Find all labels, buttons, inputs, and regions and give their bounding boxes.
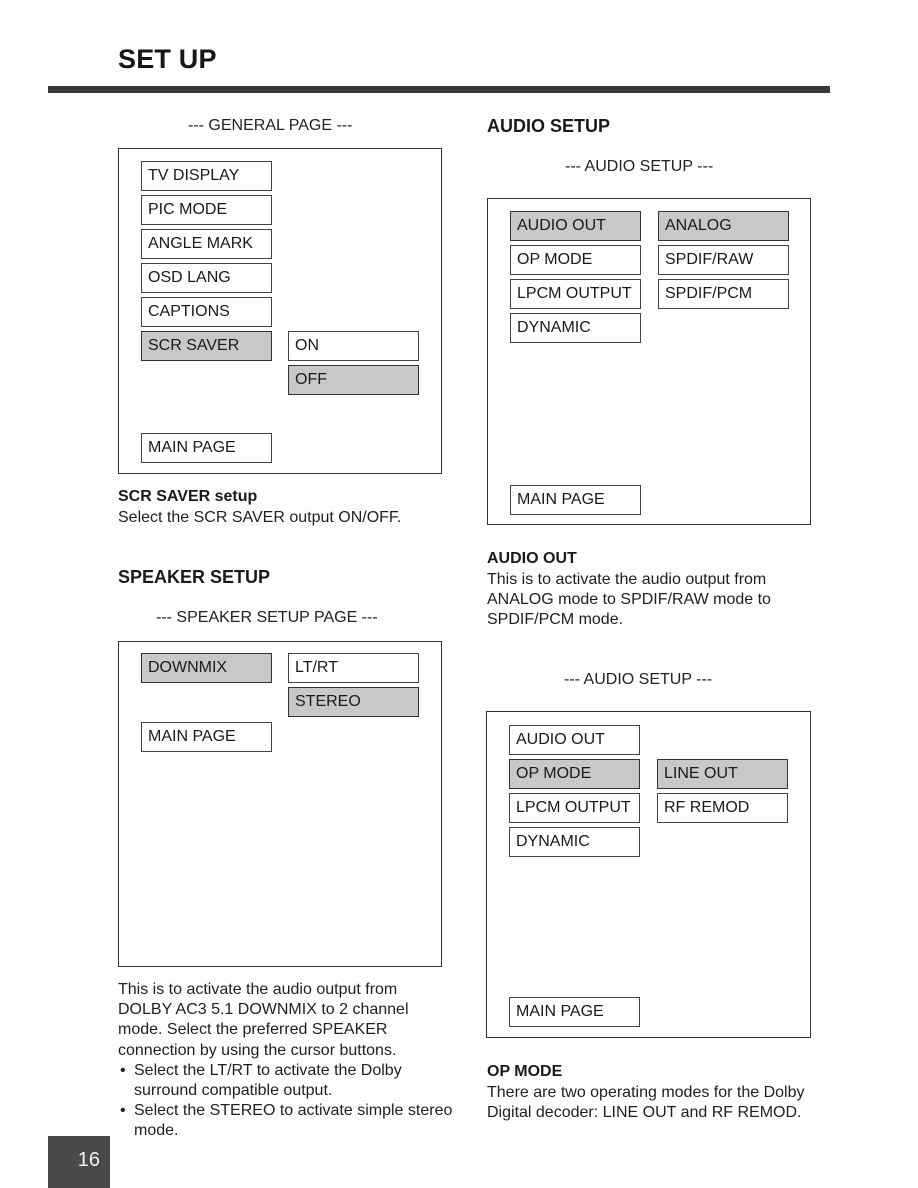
speaker-desc: This is to activate the audio output fro… xyxy=(118,980,453,1142)
bullet-item: Select the LT/RT to activate the Dolby s… xyxy=(118,1061,453,1101)
menu-dynamic[interactable]: DYNAMIC xyxy=(510,313,641,343)
audio-setup-panel-1: AUDIO OUT OP MODE LPCM OUTPUT DYNAMIC AN… xyxy=(487,198,811,525)
main-page-button[interactable]: MAIN PAGE xyxy=(510,485,641,515)
option-stereo[interactable]: STEREO xyxy=(288,687,419,717)
speaker-desc-body: This is to activate the audio output fro… xyxy=(118,981,409,1059)
menu-audio-out[interactable]: AUDIO OUT xyxy=(509,725,640,755)
menu-lpcm-output[interactable]: LPCM OUTPUT xyxy=(510,279,641,309)
page-number-box: 16 xyxy=(48,1136,110,1188)
general-page-panel: TV DISPLAY PIC MODE ANGLE MARK OSD LANG … xyxy=(118,148,442,474)
bullet-item: Select the STEREO to activate simple ste… xyxy=(118,1101,453,1141)
speaker-bullet-list: Select the LT/RT to activate the Dolby s… xyxy=(118,1061,453,1142)
option-rf-remod[interactable]: RF REMOD xyxy=(657,793,788,823)
speaker-setup-panel: DOWNMIX LT/RT STEREO MAIN PAGE xyxy=(118,641,442,967)
menu-op-mode[interactable]: OP MODE xyxy=(510,245,641,275)
main-page-button[interactable]: MAIN PAGE xyxy=(141,433,272,463)
menu-osd-lang[interactable]: OSD LANG xyxy=(141,263,272,293)
option-spdif-pcm[interactable]: SPDIF/PCM xyxy=(658,279,789,309)
audio-setup-heading: AUDIO SETUP xyxy=(487,116,611,136)
option-on[interactable]: ON xyxy=(288,331,419,361)
menu-downmix[interactable]: DOWNMIX xyxy=(141,653,272,683)
speaker-setup-heading: SPEAKER SETUP xyxy=(118,567,271,587)
op-mode-desc-title: OP MODE xyxy=(487,1063,563,1080)
audio-out-desc-title: AUDIO OUT xyxy=(487,550,577,567)
scr-saver-desc-body: Select the SCR SAVER output ON/OFF. xyxy=(118,509,402,526)
audio-setup-caption-1: --- AUDIO SETUP --- xyxy=(565,158,714,175)
main-page-button[interactable]: MAIN PAGE xyxy=(509,997,640,1027)
option-lt-rt[interactable]: LT/RT xyxy=(288,653,419,683)
menu-audio-out[interactable]: AUDIO OUT xyxy=(510,211,641,241)
page-title: SET UP xyxy=(118,44,217,74)
menu-scr-saver[interactable]: SCR SAVER xyxy=(141,331,272,361)
scr-saver-desc-title: SCR SAVER setup xyxy=(118,488,258,505)
menu-angle-mark[interactable]: ANGLE MARK xyxy=(141,229,272,259)
option-line-out[interactable]: LINE OUT xyxy=(657,759,788,789)
menu-lpcm-output[interactable]: LPCM OUTPUT xyxy=(509,793,640,823)
option-analog[interactable]: ANALOG xyxy=(658,211,789,241)
option-off[interactable]: OFF xyxy=(288,365,419,395)
title-divider xyxy=(48,86,830,93)
speaker-setup-caption: --- SPEAKER SETUP PAGE --- xyxy=(156,609,378,626)
menu-dynamic[interactable]: DYNAMIC xyxy=(509,827,640,857)
audio-out-desc-body: This is to activate the audio output fro… xyxy=(487,571,771,629)
main-page-button[interactable]: MAIN PAGE xyxy=(141,722,272,752)
menu-tv-display[interactable]: TV DISPLAY xyxy=(141,161,272,191)
audio-setup-caption-2: --- AUDIO SETUP --- xyxy=(564,671,713,688)
option-spdif-raw[interactable]: SPDIF/RAW xyxy=(658,245,789,275)
page-number: 16 xyxy=(77,1149,100,1171)
op-mode-desc-body: There are two operating modes for the Do… xyxy=(487,1084,805,1122)
menu-op-mode[interactable]: OP MODE xyxy=(509,759,640,789)
audio-setup-panel-2: AUDIO OUT OP MODE LPCM OUTPUT DYNAMIC LI… xyxy=(486,711,811,1038)
menu-captions[interactable]: CAPTIONS xyxy=(141,297,272,327)
menu-pic-mode[interactable]: PIC MODE xyxy=(141,195,272,225)
general-page-caption: --- GENERAL PAGE --- xyxy=(188,117,353,134)
